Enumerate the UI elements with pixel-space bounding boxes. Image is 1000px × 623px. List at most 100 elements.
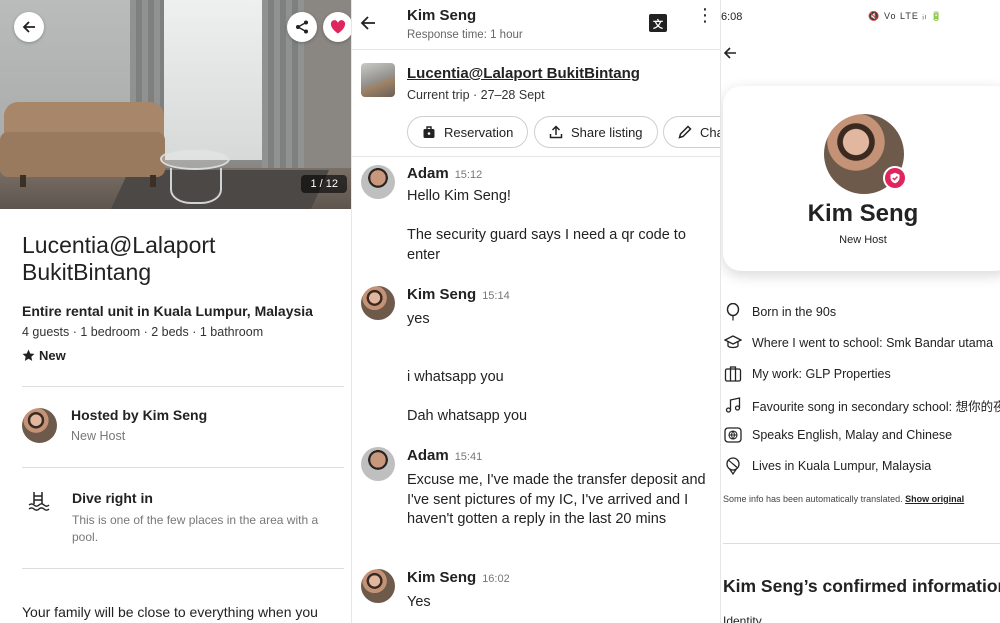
message-text: Dah whatsapp you (407, 408, 528, 424)
info-row-location: Lives in Kuala Lumpur, Malaysia (723, 456, 931, 476)
rating-row: New (22, 348, 66, 363)
sender-avatar[interactable] (361, 286, 395, 320)
arrow-left-icon (22, 21, 35, 33)
rating-label: New (39, 348, 66, 363)
listing-summary: Lucentia@Lalaport BukitBintang Current t… (352, 51, 720, 157)
chat-panel: Kim Seng Response time: 1 hour 文 ⋮ Lucen… (351, 0, 720, 623)
info-text: Born in the 90s (752, 305, 837, 319)
message-text: Excuse me, I've made the transfer deposi… (407, 472, 706, 527)
host-row[interactable]: Hosted by Kim Seng New Host (22, 407, 207, 443)
chat-name[interactable]: Kim Seng (407, 7, 476, 24)
change-label: Cha (700, 124, 720, 140)
photo-counter: 1 / 12 (301, 175, 347, 193)
sender-name: Kim Seng (407, 569, 477, 586)
listing-link[interactable]: Lucentia@Lalaport BukitBintang (407, 65, 640, 82)
share-listing-chip[interactable]: Share listing (534, 116, 658, 148)
upload-icon (549, 125, 563, 139)
message-text: i whatsapp you (407, 369, 504, 385)
message-header: Kim Seng 16:02 (407, 569, 510, 587)
sender-name: Kim Seng (407, 286, 477, 303)
status-time: 6:08 (721, 11, 743, 23)
divider (723, 543, 1000, 544)
back-arrow-icon[interactable] (723, 46, 737, 60)
message-time: 15:41 (454, 451, 483, 463)
info-row-school: Where I went to school: Smk Bandar utama (723, 333, 993, 353)
listing-thumbnail[interactable] (361, 63, 395, 97)
host-role: New Host (71, 429, 126, 443)
message-time: 15:14 (482, 290, 510, 302)
status-bar: 6:08 🔇 Vo LTE ᵢₗ 🔋 (721, 11, 1000, 27)
verified-badge-icon (883, 166, 907, 190)
sender-name: Adam (407, 447, 449, 464)
heart-icon (330, 20, 346, 34)
info-text: My work: GLP Properties (752, 367, 891, 381)
share-icon (296, 20, 308, 34)
host-title: Hosted by Kim Seng (71, 407, 208, 423)
confirmed-item: Identity (723, 614, 762, 623)
sender-avatar[interactable] (361, 447, 395, 481)
info-text: Speaks English, Malay and Chinese (752, 428, 953, 442)
music-note-icon (723, 395, 743, 415)
pool-icon (28, 492, 50, 511)
message-time: 15:12 (454, 169, 483, 181)
chat-header: Kim Seng Response time: 1 hour 文 ⋮ (352, 0, 720, 50)
message-header: Kim Seng 15:14 (407, 286, 510, 304)
photo-sofa-leg (20, 175, 26, 187)
response-time: Response time: 1 hour (407, 29, 523, 41)
translation-note: Some info has been automatically transla… (723, 494, 964, 504)
info-row-languages: Speaks English, Malay and Chinese (723, 425, 952, 445)
listing-details: 4 guests · 1 bedroom · 2 beds · 1 bathro… (22, 325, 264, 339)
message-header: Adam 15:12 (407, 165, 482, 183)
confirmed-info-heading: Kim Seng’s confirmed information (723, 576, 1000, 596)
info-row-born: Born in the 90s (723, 302, 836, 322)
profile-panel: 6:08 🔇 Vo LTE ᵢₗ 🔋 Kim Seng New Host Bor… (720, 0, 1000, 623)
divider (22, 568, 344, 569)
sender-avatar[interactable] (361, 569, 395, 603)
profile-name: Kim Seng (807, 200, 919, 227)
listing-title: Lucentia@Lalaport BukitBintang (22, 232, 216, 285)
reservation-label: Reservation (444, 124, 514, 140)
show-original-link[interactable]: Show original (905, 494, 964, 504)
info-row-work: My work: GLP Properties (723, 364, 891, 384)
share-button[interactable] (287, 12, 317, 42)
photo-sofa-leg (150, 175, 156, 187)
translation-note-text: Some info has been automatically transla… (723, 494, 903, 504)
message-time: 16:02 (482, 573, 510, 585)
more-options-icon[interactable]: ⋮ (696, 6, 714, 24)
profile-role: New Host (839, 234, 887, 246)
listing-photo[interactable]: 1 / 12 (0, 0, 351, 209)
trip-dates: Current trip · 27–28 Sept (407, 88, 545, 102)
description-text: Your family will be close to everything … (22, 604, 318, 620)
photo-sofa-seat (0, 132, 165, 177)
message-text: Hello Kim Seng! (407, 188, 511, 204)
status-icons: 🔇 Vo LTE ᵢₗ 🔋 (868, 11, 943, 21)
divider (22, 467, 344, 468)
message-text: The security guard says I need a qr code… (407, 227, 686, 263)
share-listing-label: Share listing (571, 124, 643, 140)
feature-description: This is one of the few places in the are… (72, 513, 319, 544)
photo-coffee-table-base (170, 168, 222, 204)
graduation-cap-icon (723, 333, 743, 353)
sender-avatar[interactable] (361, 165, 395, 199)
message-text: Yes (407, 594, 431, 610)
listing-panel: 1 / 12 Lucentia@Lalaport BukitBintang En… (0, 0, 351, 623)
suitcase-icon (423, 126, 435, 138)
translate-icon[interactable]: 文 (649, 14, 667, 32)
info-text: Lives in Kuala Lumpur, Malaysia (752, 459, 932, 473)
info-text: Where I went to school: Smk Bandar utama (752, 336, 994, 350)
profile-card: Kim Seng New Host (723, 86, 1000, 271)
back-button[interactable] (14, 12, 44, 42)
info-text: Favourite song in secondary school: 想你的夜 (752, 399, 1000, 414)
back-arrow-icon[interactable] (360, 15, 376, 31)
host-avatar (22, 407, 57, 443)
change-chip[interactable]: Cha (663, 116, 720, 148)
photo-coffee-table (160, 148, 230, 170)
star-icon (22, 349, 35, 361)
reservation-chip[interactable]: Reservation (407, 116, 529, 148)
favorite-button[interactable] (323, 12, 351, 42)
message-text: yes (407, 311, 430, 327)
briefcase-icon (723, 364, 743, 384)
photo-window (150, 0, 270, 160)
location-icon (723, 456, 743, 476)
divider (22, 386, 344, 387)
